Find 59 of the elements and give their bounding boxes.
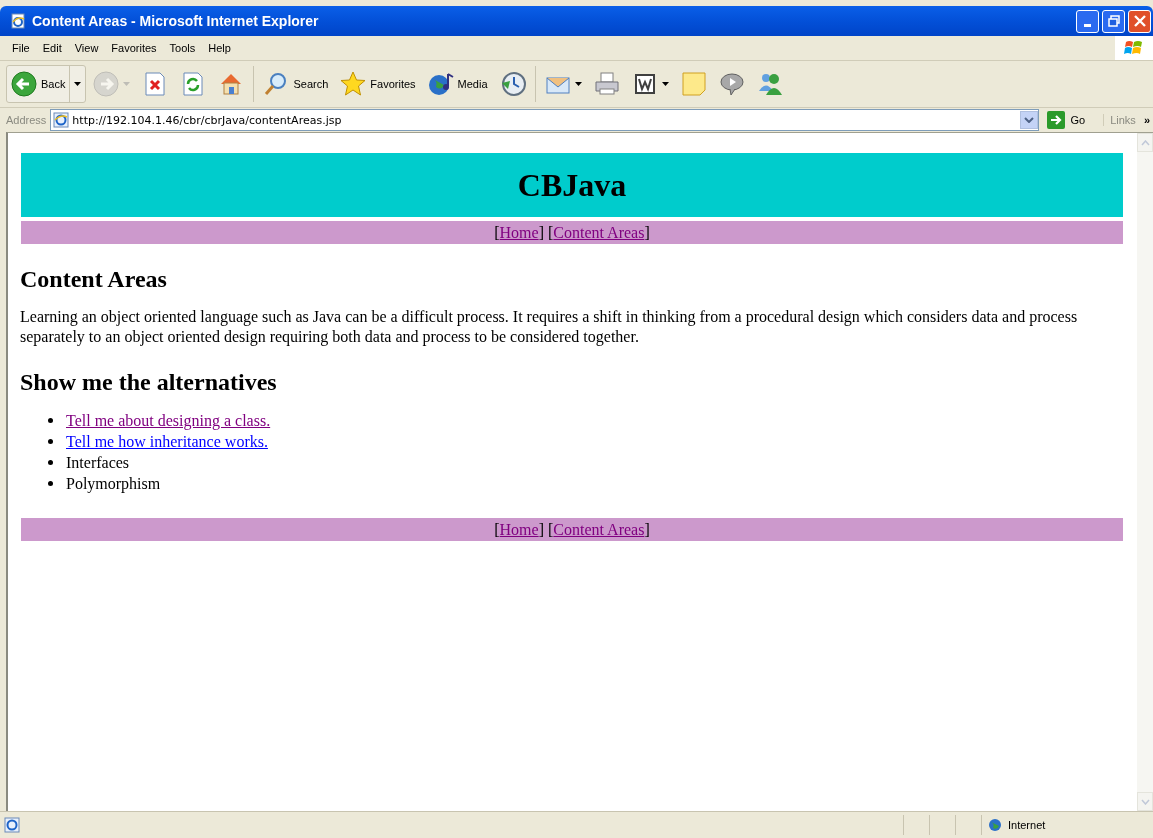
dropdown-arrow-icon bbox=[74, 82, 82, 86]
menu-item[interactable]: Help bbox=[204, 40, 240, 56]
dropdown-arrow-icon bbox=[574, 82, 582, 86]
bullet-icon bbox=[48, 460, 53, 465]
menu-item[interactable]: Tools bbox=[165, 40, 205, 56]
page-icon bbox=[10, 13, 26, 29]
menu-item[interactable]: File bbox=[8, 40, 39, 56]
page-icon bbox=[53, 112, 70, 128]
note-icon bbox=[680, 71, 707, 97]
page-heading: Content Areas bbox=[20, 266, 168, 293]
people-icon bbox=[756, 71, 783, 97]
window-title: Content Areas - Microsoft Internet Explorer bbox=[32, 13, 320, 29]
nav-link[interactable]: Home bbox=[499, 224, 539, 241]
menu-item[interactable]: View bbox=[70, 40, 108, 56]
globe-music-icon bbox=[427, 71, 454, 97]
more-button[interactable]: » bbox=[1143, 114, 1153, 126]
nav-link[interactable]: Content Areas bbox=[553, 224, 645, 241]
go-button[interactable]: Go bbox=[1042, 111, 1100, 129]
menu-item[interactable]: Edit bbox=[38, 40, 71, 56]
chevron-down-icon bbox=[1023, 117, 1034, 123]
dropdown-arrow-icon bbox=[123, 82, 131, 86]
nav-link[interactable]: Content Areas bbox=[553, 521, 645, 538]
address-label: Address bbox=[6, 114, 47, 126]
paragraph: Learning an object oriented language such as Java can be a difficult process. It requires a shift in thinking from a procedural design which considers data and process separately to an object oriented design requiring both data and process to be considered together. bbox=[20, 307, 1079, 347]
star-icon bbox=[340, 71, 367, 97]
list-link[interactable]: Tell me about designing a class. bbox=[66, 411, 271, 430]
restore-icon bbox=[1107, 15, 1120, 27]
bullet-icon bbox=[48, 439, 53, 444]
printer-icon bbox=[593, 71, 620, 97]
dropdown-arrow-icon bbox=[661, 82, 669, 86]
dropdown-button[interactable] bbox=[1019, 111, 1038, 129]
nav-bar: [Home] [Content Areas] bbox=[21, 518, 1123, 541]
arrow-right-icon bbox=[1046, 111, 1065, 129]
globe-icon bbox=[988, 818, 1002, 832]
windows-logo-icon bbox=[1124, 39, 1144, 57]
list-link[interactable]: Tell me how inheritance works. bbox=[66, 432, 268, 451]
favorites-button[interactable]: Favorites bbox=[335, 65, 421, 103]
minimize-icon bbox=[1084, 23, 1091, 27]
clock-icon bbox=[499, 71, 526, 97]
nav-bar: [Home] [Content Areas] bbox=[21, 221, 1123, 244]
speech-bubble-icon bbox=[718, 71, 745, 97]
list-item-text: Polymorphism bbox=[66, 474, 161, 493]
close-button[interactable] bbox=[1128, 9, 1151, 33]
bullet-icon bbox=[48, 418, 53, 423]
nav-link[interactable]: Home bbox=[499, 521, 539, 538]
zone-label: Internet bbox=[1008, 819, 1046, 831]
bullet-icon bbox=[48, 481, 53, 486]
address-field[interactable]: http://192.104.1.46/cbr/cbrJava/contentAreas.jsp bbox=[50, 109, 1039, 131]
media-button[interactable]: Media bbox=[422, 65, 493, 103]
search-button[interactable]: Search bbox=[258, 65, 334, 103]
close-icon bbox=[1133, 15, 1146, 27]
section-heading: Show me the alternatives bbox=[20, 369, 278, 396]
banner: CBJava bbox=[21, 153, 1123, 217]
menu-item[interactable]: Favorites bbox=[107, 40, 166, 56]
list-item-text: Interfaces bbox=[66, 453, 130, 472]
maximize-button[interactable] bbox=[1102, 9, 1125, 33]
minimize-button[interactable] bbox=[1076, 9, 1099, 33]
page-icon bbox=[4, 817, 20, 833]
back-button[interactable]: Back bbox=[6, 65, 87, 103]
